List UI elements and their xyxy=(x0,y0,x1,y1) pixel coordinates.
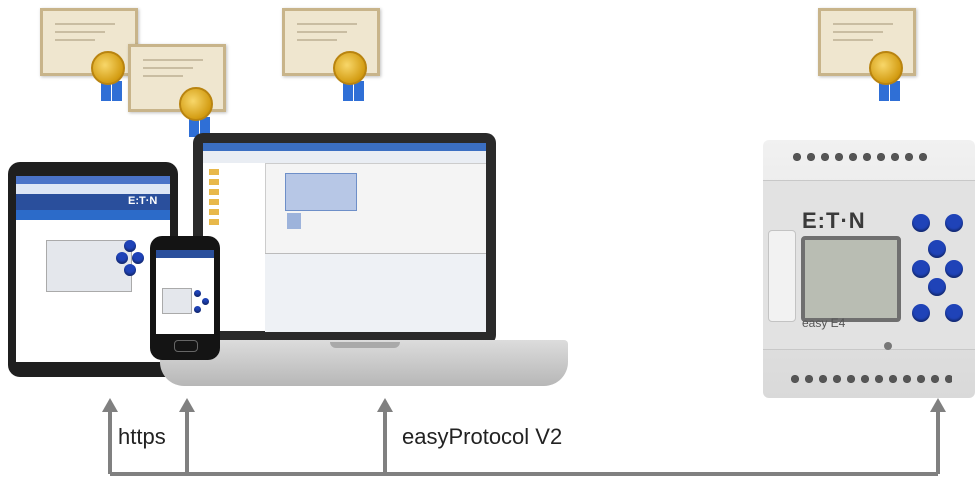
https-label: https xyxy=(118,424,166,449)
connection-lines xyxy=(102,398,946,476)
arrowhead-plc xyxy=(930,398,946,412)
arrowhead-laptop xyxy=(377,398,393,412)
arrowhead-tablet xyxy=(102,398,118,412)
arrowhead-phone xyxy=(179,398,195,412)
protocol-label: easyProtocol V2 xyxy=(402,424,563,449)
